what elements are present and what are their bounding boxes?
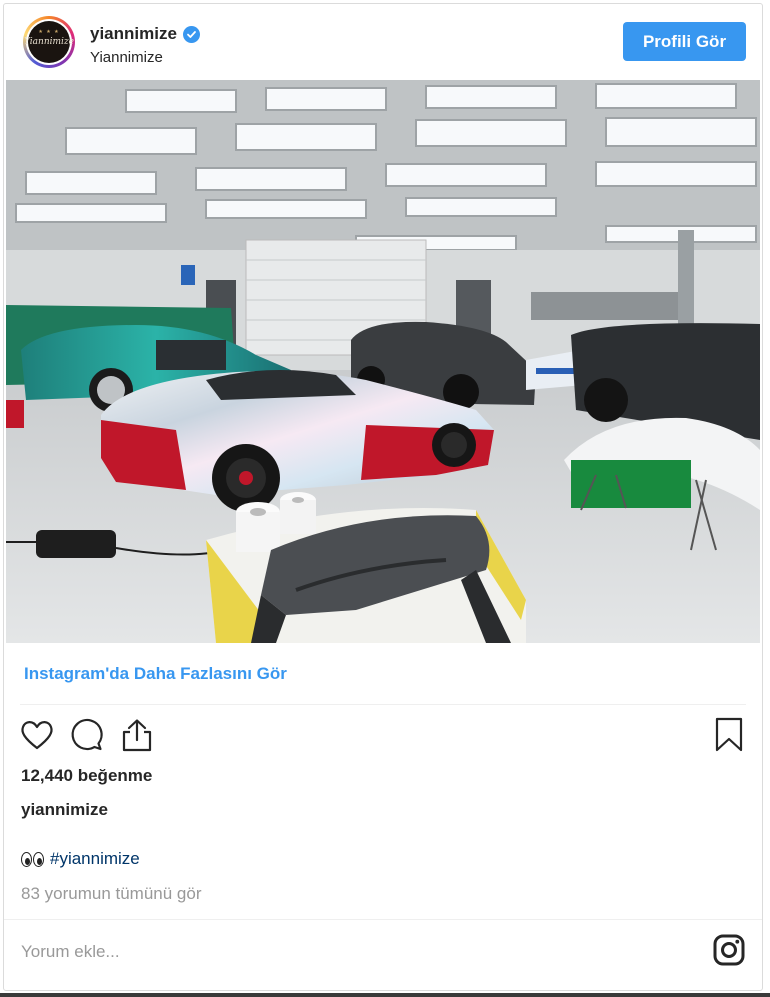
- bookmark-icon[interactable]: [710, 716, 748, 754]
- hashtag-link[interactable]: #yiannimize: [50, 849, 140, 869]
- verified-badge-icon: [182, 25, 200, 43]
- divider: [4, 919, 762, 920]
- eyes-emoji-icon: [21, 851, 44, 867]
- avatar-logo-text: Yiannimize: [24, 37, 74, 47]
- view-profile-button[interactable]: Profili Gör: [623, 22, 746, 61]
- instagram-logo-icon[interactable]: [712, 933, 746, 967]
- comment-icon[interactable]: [68, 716, 106, 754]
- caption-text: #yiannimize: [21, 849, 140, 869]
- avatar-stars: ★ ★ ★: [38, 29, 60, 35]
- display-name: Yiannimize: [90, 49, 163, 66]
- share-icon[interactable]: [118, 716, 156, 754]
- comment-input[interactable]: Yorum ekle...: [21, 942, 120, 962]
- username-link[interactable]: yiannimize: [90, 24, 177, 44]
- heart-icon[interactable]: [18, 716, 56, 754]
- view-all-comments-link[interactable]: 83 yorumun tümünü gör: [21, 884, 202, 904]
- like-count[interactable]: 12,440 beğenme: [21, 766, 152, 786]
- post-header: ★ ★ ★ Yiannimize yiannimize Yiannimize P…: [4, 4, 762, 80]
- caption-username[interactable]: yiannimize: [21, 800, 108, 820]
- avatar[interactable]: ★ ★ ★ Yiannimize: [23, 16, 75, 68]
- divider: [20, 704, 746, 705]
- more-on-instagram-link[interactable]: Instagram'da Daha Fazlasını Gör: [24, 664, 287, 684]
- window-edge: [0, 993, 770, 997]
- post-photo[interactable]: [6, 80, 760, 643]
- embed-card: ★ ★ ★ Yiannimize yiannimize Yiannimize P…: [3, 3, 763, 991]
